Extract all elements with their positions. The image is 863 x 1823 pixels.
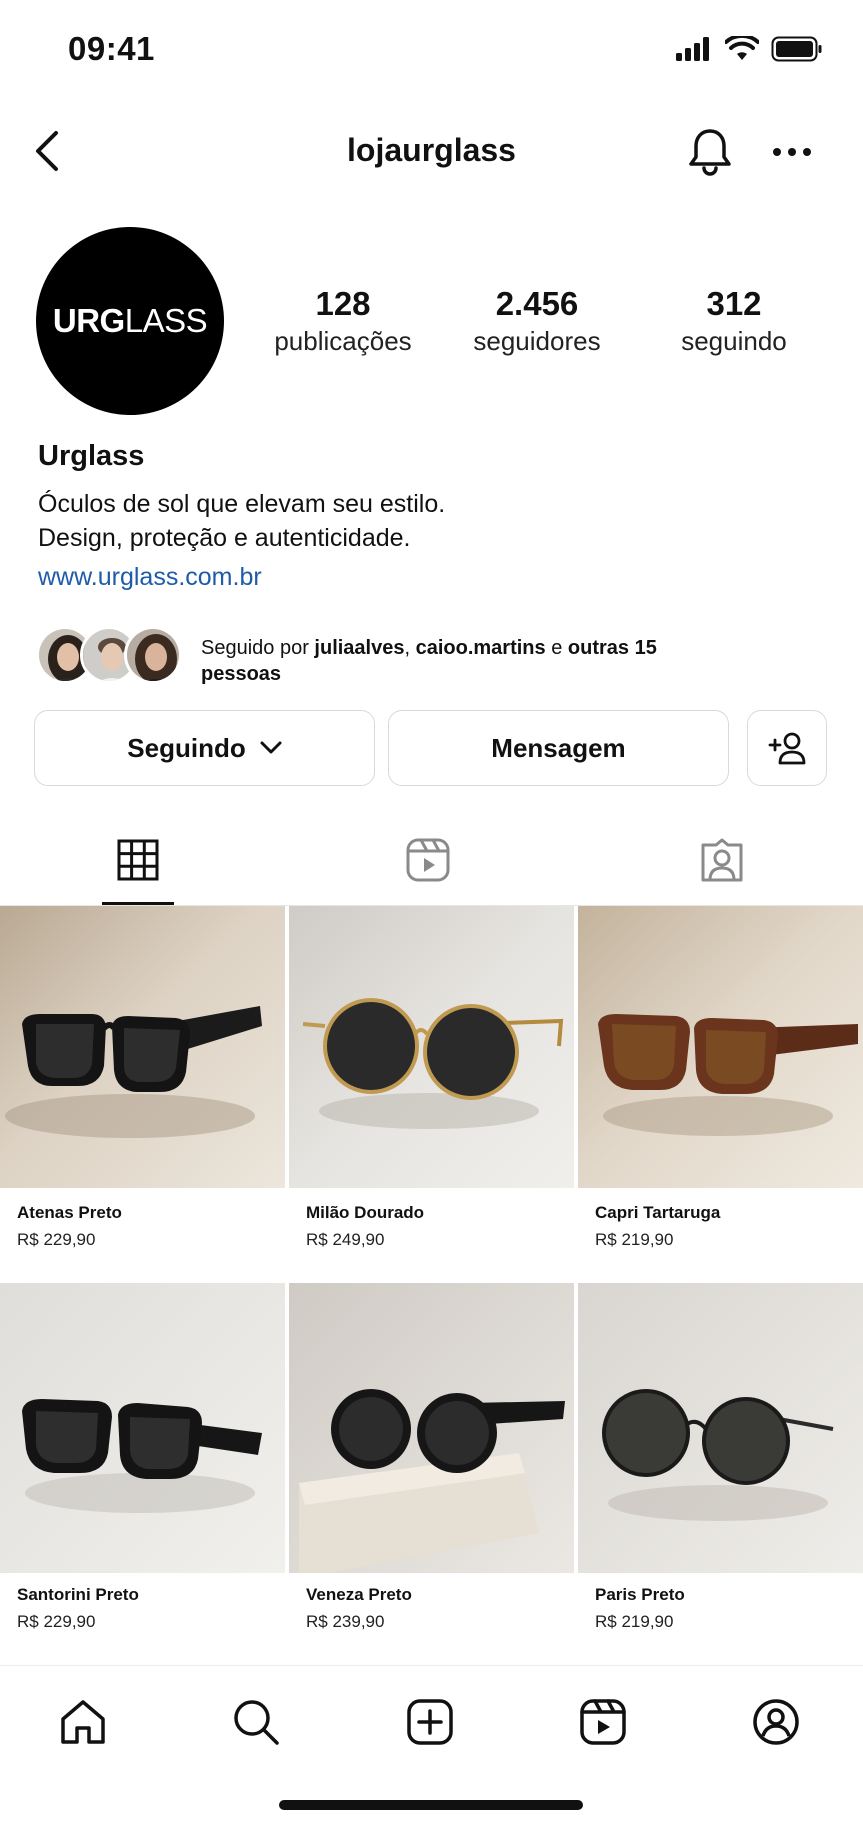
tab-reels[interactable] — [398, 830, 458, 890]
profile-bio: Óculos de sol que elevam seu estilo. Des… — [38, 487, 445, 555]
status-time: 09:41 — [68, 30, 155, 67]
home-indicator — [279, 1800, 583, 1810]
bio-line: Óculos de sol que elevam seu estilo. — [38, 490, 446, 518]
tab-tagged[interactable] — [692, 830, 752, 890]
signal-icon — [676, 37, 709, 61]
home-icon — [61, 1700, 105, 1744]
product-image — [578, 906, 863, 1188]
product-name: Atenas Preto — [17, 1203, 122, 1222]
reels-icon — [406, 838, 450, 882]
following-button[interactable]: Seguindo — [34, 710, 375, 786]
product-card[interactable]: Milão Dourado R$ 249,90 — [289, 906, 574, 1266]
tab-posts-grid[interactable] — [108, 830, 168, 890]
product-card[interactable]: Capri Tartaruga R$ 219,90 — [578, 906, 863, 1266]
product-card[interactable]: Atenas Preto R$ 229,90 — [0, 906, 285, 1266]
following-label: seguindo — [681, 326, 787, 356]
product-price: R$ 219,90 — [595, 1612, 674, 1631]
following-label: Seguindo — [127, 732, 246, 763]
followed-by-text: Seguido por juliaalves, caioo.martins e … — [201, 637, 657, 685]
more-options-button[interactable] — [766, 128, 818, 176]
bottom-navigation — [0, 1665, 863, 1823]
profile-name: Urglass — [38, 440, 145, 472]
bio-line: Design, proteção e autenticidade. — [38, 524, 411, 552]
tagged-icon — [701, 838, 743, 882]
avatar — [124, 626, 182, 684]
follower-username: juliaalves — [314, 637, 405, 659]
followers-label: seguidores — [473, 326, 601, 356]
stat-followers[interactable]: 2.456 seguidores — [462, 284, 612, 358]
followed-by[interactable]: Seguido por juliaalves, caioo.martins e … — [36, 624, 836, 690]
posts-count: 128 — [315, 285, 371, 322]
brand-logo: URGLASS — [52, 302, 208, 339]
nav-home[interactable] — [53, 1692, 113, 1752]
wifi-icon — [725, 36, 759, 60]
posts-label: publicações — [274, 326, 412, 356]
add-user-icon — [768, 732, 806, 765]
follower-username: caioo.martins — [415, 637, 546, 659]
product-card[interactable]: Santorini Preto R$ 229,90 — [0, 1283, 285, 1653]
product-image — [289, 1283, 574, 1573]
follower-avatars — [36, 624, 186, 686]
product-price: R$ 249,90 — [306, 1230, 385, 1249]
nav-search[interactable] — [226, 1692, 286, 1752]
profile-header: lojaurglass — [0, 118, 863, 188]
product-image — [0, 906, 285, 1188]
nav-reels[interactable] — [573, 1692, 633, 1752]
notifications-button[interactable] — [684, 124, 736, 180]
stat-posts[interactable]: 128 publicações — [264, 284, 422, 358]
followers-count: 2.456 — [495, 285, 579, 322]
message-label: Mensagem — [491, 732, 626, 763]
product-name: Santorini Preto — [17, 1585, 139, 1604]
reels-icon — [580, 1699, 626, 1745]
product-name: Veneza Preto — [306, 1585, 412, 1604]
profile-tabs — [0, 820, 863, 906]
battery-icon — [771, 36, 822, 62]
website-link[interactable]: www.urglass.com.br — [38, 563, 262, 592]
product-name: Paris Preto — [595, 1585, 685, 1604]
nav-create[interactable] — [400, 1692, 460, 1752]
status-icons — [675, 36, 823, 62]
product-card[interactable]: Veneza Preto R$ 239,90 — [289, 1283, 574, 1653]
product-name: Milão Dourado — [306, 1203, 425, 1222]
product-image — [289, 906, 574, 1188]
nav-profile[interactable] — [746, 1692, 806, 1752]
product-image — [578, 1283, 863, 1573]
product-image — [0, 1283, 285, 1573]
product-price: R$ 219,90 — [595, 1230, 674, 1249]
profile-icon — [753, 1699, 799, 1745]
chevron-down-icon — [260, 741, 282, 754]
grid-icon — [117, 839, 159, 881]
create-icon — [407, 1699, 453, 1745]
product-price: R$ 229,90 — [17, 1230, 96, 1249]
stat-following[interactable]: 312 seguindo — [664, 284, 804, 358]
more-icon — [773, 148, 811, 156]
following-count: 312 — [706, 285, 762, 322]
product-price: R$ 229,90 — [17, 1612, 96, 1631]
product-card[interactable]: Paris Preto R$ 219,90 — [578, 1283, 863, 1653]
product-price: R$ 239,90 — [306, 1612, 385, 1631]
status-bar: 09:41 — [0, 0, 863, 100]
product-name: Capri Tartaruga — [595, 1203, 721, 1222]
message-button[interactable]: Mensagem — [388, 710, 729, 786]
suggest-users-button[interactable] — [747, 710, 827, 786]
profile-avatar[interactable]: URGLASS — [36, 227, 224, 415]
bell-icon — [689, 129, 731, 176]
search-icon — [234, 1700, 279, 1745]
